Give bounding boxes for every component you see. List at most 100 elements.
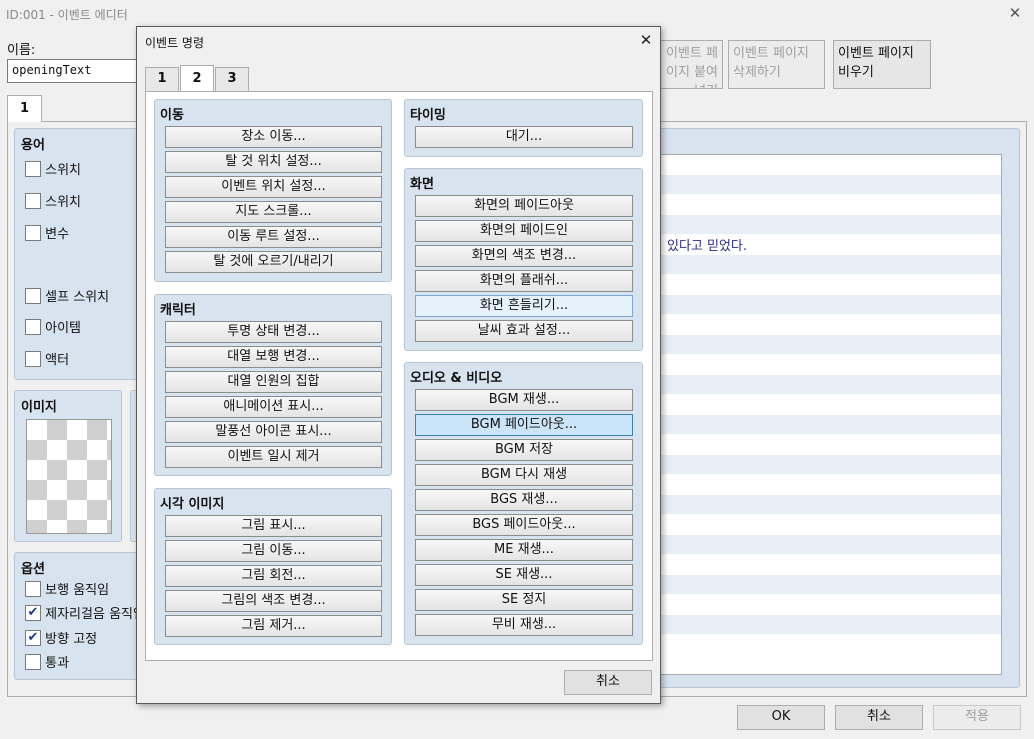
resume-bgm-button[interactable]: BGM 다시 재생 [415, 464, 633, 486]
checkbox-icon[interactable] [25, 192, 41, 209]
wait-button[interactable]: 대기... [415, 126, 633, 148]
transfer-player-button[interactable]: 장소 이동... [165, 126, 382, 148]
rotate-picture-button[interactable]: 그림 회전... [165, 565, 382, 587]
condition-item[interactable]: 아이템 [25, 317, 81, 336]
fadein-screen-button[interactable]: 화면의 페이드인 [415, 220, 633, 242]
window-close-icon[interactable]: ✕ [1006, 4, 1024, 22]
scroll-map-button[interactable]: 지도 스크롤... [165, 201, 382, 223]
option-direction-fix[interactable]: ✔ 방향 고정 [25, 628, 97, 647]
dialog-tab-1[interactable]: 1 [145, 67, 179, 92]
condition-actor[interactable]: 액터 [25, 349, 69, 368]
list-item[interactable] [657, 435, 1001, 455]
checkmark-icon[interactable]: ✔ [25, 604, 41, 621]
set-vehicle-location-button[interactable]: 탈 것 위치 설정... [165, 151, 382, 173]
play-bgm-button[interactable]: BGM 재생... [415, 389, 633, 411]
play-me-button[interactable]: ME 재생... [415, 539, 633, 561]
set-movement-route-button[interactable]: 이동 루트 설정... [165, 226, 382, 248]
paste-event-page-button[interactable]: 이벤트 페이지 붙여넣기 [660, 40, 723, 89]
clear-event-page-button[interactable]: 이벤트 페이지 비우기 [833, 40, 931, 89]
event-page-tab-1[interactable]: 1 [7, 95, 42, 122]
set-weather-effect-button[interactable]: 날씨 효과 설정... [415, 320, 633, 342]
stop-se-button[interactable]: SE 정지 [415, 589, 633, 611]
character-title: 캐릭터 [160, 303, 196, 318]
delete-event-page-button[interactable]: 이벤트 페이지 삭제하기 [728, 40, 825, 89]
change-player-followers-button[interactable]: 대열 보행 변경... [165, 346, 382, 368]
list-item[interactable] [657, 615, 1001, 635]
list-item[interactable] [657, 295, 1001, 315]
tint-picture-button[interactable]: 그림의 색조 변경... [165, 590, 382, 612]
checkbox-icon[interactable] [25, 653, 41, 670]
list-item[interactable] [657, 415, 1001, 435]
timing-title: 타이밍 [410, 108, 446, 123]
list-item[interactable] [657, 155, 1001, 175]
gather-followers-button[interactable]: 대열 인원의 집합 [165, 371, 382, 393]
cancel-button[interactable]: 취소 [835, 705, 923, 730]
checkbox-icon[interactable] [25, 160, 41, 177]
timing-group: 타이밍 대기... [404, 99, 643, 157]
show-picture-button[interactable]: 그림 표시... [165, 515, 382, 537]
list-item[interactable] [657, 175, 1001, 195]
contents-list[interactable]: 있다고 믿었다. [656, 154, 1002, 675]
list-item[interactable] [657, 195, 1001, 215]
dialog-cancel-button[interactable]: 취소 [564, 670, 652, 695]
event-image-preview[interactable] [26, 419, 112, 534]
fadeout-bgm-button[interactable]: BGM 페이드아웃... [415, 414, 633, 436]
dialog-tab-2[interactable]: 2 [180, 65, 214, 92]
erase-picture-button[interactable]: 그림 제거... [165, 615, 382, 637]
list-item[interactable] [657, 575, 1001, 595]
option-stepping[interactable]: ✔ 제자리걸음 움직임 [25, 603, 145, 622]
apply-button[interactable]: 적용 [933, 705, 1021, 730]
list-item[interactable] [657, 255, 1001, 275]
checkmark-icon[interactable]: ✔ [25, 629, 41, 646]
list-item[interactable] [657, 475, 1001, 495]
checkbox-icon[interactable] [25, 318, 41, 335]
show-balloon-icon-button[interactable]: 말풍선 아이콘 표시... [165, 421, 382, 443]
dialog-close-icon[interactable]: ✕ [637, 31, 655, 49]
fadeout-screen-button[interactable]: 화면의 페이드아웃 [415, 195, 633, 217]
option-through[interactable]: 통과 [25, 652, 69, 671]
save-bgm-button[interactable]: BGM 저장 [415, 439, 633, 461]
show-animation-button[interactable]: 애니메이션 표시... [165, 396, 382, 418]
set-event-location-button[interactable]: 이벤트 위치 설정... [165, 176, 382, 198]
name-input[interactable]: openingText [7, 59, 147, 83]
list-item[interactable] [657, 555, 1001, 575]
ok-button[interactable]: OK [737, 705, 825, 730]
list-item[interactable] [657, 335, 1001, 355]
flash-screen-button[interactable]: 화면의 플래쉬... [415, 270, 633, 292]
dialog-tab-3[interactable]: 3 [215, 67, 249, 92]
list-item[interactable] [657, 515, 1001, 535]
list-item[interactable] [657, 535, 1001, 555]
option-walking[interactable]: 보행 움직임 [25, 579, 109, 598]
dialog-tab-page: 이동 장소 이동... 탈 것 위치 설정... 이벤트 위치 설정... 지도… [145, 91, 653, 661]
play-movie-button[interactable]: 무비 재생... [415, 614, 633, 636]
move-picture-button[interactable]: 그림 이동... [165, 540, 382, 562]
condition-switch-2[interactable]: 스위치 [25, 191, 81, 210]
dialog-title: 이벤트 명령 [145, 36, 205, 50]
condition-switch-1[interactable]: 스위치 [25, 159, 81, 178]
checkbox-icon[interactable] [25, 350, 41, 367]
fadeout-bgs-button[interactable]: BGS 페이드아웃... [415, 514, 633, 536]
checkbox-icon[interactable] [25, 287, 41, 304]
checkbox-icon[interactable] [25, 224, 41, 241]
list-item[interactable] [657, 455, 1001, 475]
checkbox-icon[interactable] [25, 580, 41, 597]
erase-event-button[interactable]: 이벤트 일시 제거 [165, 446, 382, 468]
condition-self-switch[interactable]: 셀프 스위치 [25, 286, 109, 305]
list-item[interactable] [657, 375, 1001, 395]
list-item[interactable] [657, 315, 1001, 335]
play-bgs-button[interactable]: BGS 재생... [415, 489, 633, 511]
shake-screen-button[interactable]: 화면 흔들리기... [415, 295, 633, 317]
tint-screen-button[interactable]: 화면의 색조 변경... [415, 245, 633, 267]
list-item[interactable] [657, 215, 1001, 235]
list-item[interactable] [657, 395, 1001, 415]
list-item[interactable] [657, 635, 1001, 655]
change-transparency-button[interactable]: 투명 상태 변경... [165, 321, 382, 343]
condition-variable[interactable]: 변수 [25, 223, 69, 242]
list-item[interactable] [657, 595, 1001, 615]
get-on-off-vehicle-button[interactable]: 탈 것에 오르기/내리기 [165, 251, 382, 273]
play-se-button[interactable]: SE 재생... [415, 564, 633, 586]
list-item[interactable] [657, 275, 1001, 295]
list-item[interactable] [657, 355, 1001, 375]
list-item[interactable] [657, 495, 1001, 515]
list-item[interactable]: 있다고 믿었다. [657, 235, 1001, 255]
